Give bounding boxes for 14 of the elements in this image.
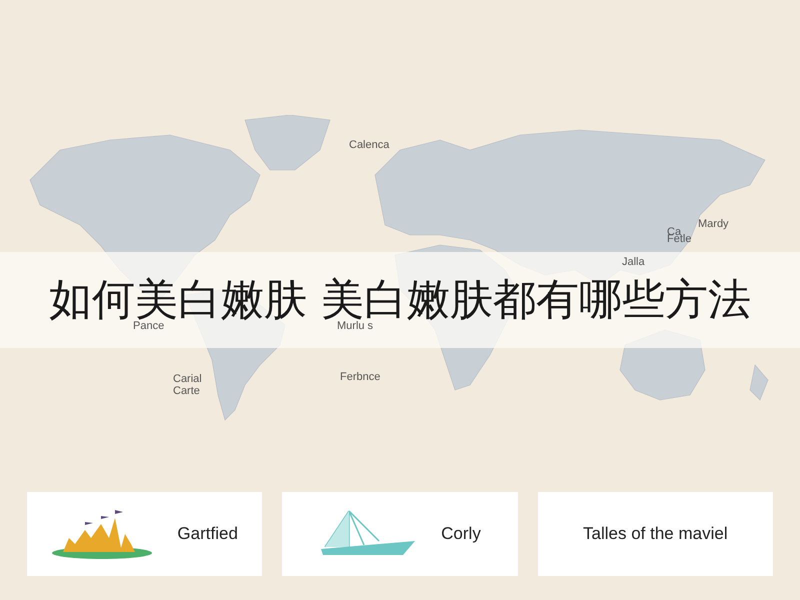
map-label: Mardy <box>698 219 729 230</box>
map-label: Fetle <box>667 234 692 245</box>
map-label: Carial <box>173 374 202 385</box>
page-title: 如何美白嫩肤 美白嫩肤都有哪些方法 <box>49 278 751 322</box>
card-label: Talles of the maviel <box>583 523 728 546</box>
card-label: Corly <box>441 523 481 546</box>
castle-icon <box>51 508 154 560</box>
map-label: Pance <box>133 321 164 332</box>
map-label: Calenca <box>349 140 390 151</box>
map-label: Ferbnce <box>340 372 380 383</box>
map-label: Jalla <box>622 257 645 268</box>
card-label: Gartfied <box>177 523 238 546</box>
map-label: Murlu s <box>337 321 374 332</box>
map-label: Carte <box>173 386 200 397</box>
